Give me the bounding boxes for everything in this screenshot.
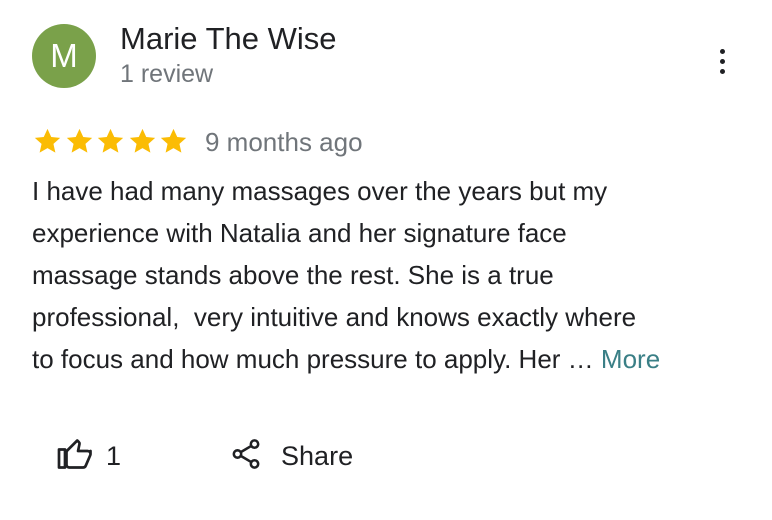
thumb-up-icon [56,436,92,477]
review-actions: 1 Share [56,432,353,480]
star-icon [129,128,155,153]
review-date: 9 months ago [205,127,363,157]
like-button[interactable]: 1 [56,436,121,477]
menu-dot [719,58,725,64]
review-text: I have had many massages over the years … [32,170,752,380]
avatar-initial: M [50,37,78,74]
review-text-line: professional, very intuitive and knows e… [32,302,637,332]
share-label: Share [281,440,354,471]
menu-dot [719,68,725,74]
share-icon [229,437,263,476]
like-count: 1 [106,440,122,471]
review-text-line-last: to focus and how much pressure to apply.… [32,338,752,380]
share-button[interactable]: Share [229,437,353,476]
author-name[interactable]: Marie The Wise [120,20,337,58]
star-icon [66,128,92,153]
author-review-count[interactable]: 1 review [120,58,213,90]
review-card: M Marie The Wise 1 review 9 months ago I… [0,0,772,520]
star-rating [32,125,190,157]
review-text-line: experience with Natalia and her signatur… [32,218,567,248]
star-icon [160,128,187,153]
more-vert-icon[interactable] [708,42,736,80]
avatar[interactable]: M [32,24,96,88]
star-icon [34,128,61,153]
menu-dot [719,48,725,54]
review-text-line: massage stands above the rest. She is a … [32,260,554,290]
more-link[interactable]: More [601,344,660,374]
review-text-line: to focus and how much pressure to apply.… [32,344,594,374]
review-text-line: I have had many massages over the years … [32,176,608,206]
star-icon [97,128,124,153]
